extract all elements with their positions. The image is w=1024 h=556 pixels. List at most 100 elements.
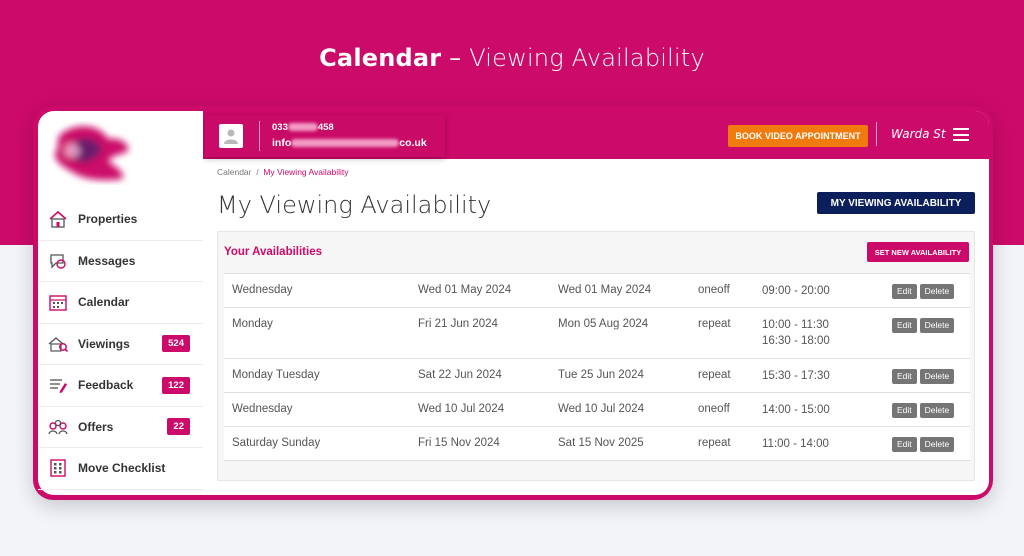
messages-icon (48, 251, 68, 271)
sidebar-item-label: Properties (78, 212, 138, 227)
sidebar-item-messages[interactable]: Messages (38, 241, 203, 282)
delete-button[interactable]: Delete (919, 318, 955, 333)
availability-times: 09:00 - 20:00 (762, 283, 830, 299)
availabilities-panel: Your Availabilities SET NEW AVAILABILITY… (217, 231, 975, 481)
sidebar-item-label: Viewings (78, 336, 130, 351)
availability-days: Monday Tuesday (232, 369, 320, 381)
availability-times: 10:00 - 11:30 16:30 - 18:00 (762, 317, 830, 349)
delete-button[interactable]: Delete (919, 403, 955, 418)
availability-table: Wednesday Wed 01 May 2024 Wed 01 May 2024 o… (224, 273, 970, 461)
time-range: 11:00 - 14:00 (762, 438, 829, 450)
delete-button[interactable]: Delete (919, 369, 955, 384)
sidebar-nav: Properties Messages Calendar Viewings 524 Fee… (38, 199, 203, 490)
sidebar-item-properties[interactable]: Properties (38, 199, 203, 241)
sidebar-item-viewings[interactable]: Viewings 524 (38, 324, 203, 365)
time-range: 10:00 - 11:30 (762, 319, 829, 331)
availability-start-date: Wed 01 May 2024 (418, 284, 512, 296)
breadcrumb-root[interactable]: Calendar (217, 167, 252, 177)
delete-button[interactable]: Delete (919, 284, 955, 299)
availability-days: Wednesday (232, 403, 293, 415)
availability-start-date: Fri 15 Nov 2024 (418, 437, 500, 449)
availability-end-date: Mon 05 Aug 2024 (558, 318, 649, 330)
table-row: Monday Tuesday Sat 22 Jun 2024 Tue 25 Jun … (224, 359, 970, 393)
table-row: Monday Fri 21 Jun 2024 Mon 05 Aug 2024 repe… (224, 308, 970, 359)
availability-type: repeat (698, 318, 731, 330)
main-content: 033 458 info co.uk BOOK VIDEO APPOINTMENT … (203, 111, 989, 495)
sidebar-item-calendar[interactable]: Calendar (38, 282, 203, 324)
availability-type: repeat (698, 437, 731, 449)
hero-title: Calendar – Viewing Availability (319, 44, 705, 72)
panel-title: Your Availabilities (224, 246, 322, 258)
delete-button[interactable]: Delete (919, 437, 955, 452)
count-badge: 524 (162, 335, 190, 353)
properties-icon (48, 209, 68, 229)
sidebar-item-label: Offers (78, 419, 114, 434)
availability-days: Wednesday (232, 284, 293, 296)
contact-box: 033 458 info co.uk (205, 115, 445, 157)
divider (259, 121, 260, 151)
row-actions: Edit Delete (892, 437, 955, 452)
availability-start-date: Sat 22 Jun 2024 (418, 369, 502, 381)
count-badge: 122 (162, 376, 190, 394)
availability-type: repeat (698, 369, 731, 381)
table-row: Wednesday Wed 10 Jul 2024 Wed 10 Jul 2024 o… (224, 393, 970, 427)
row-actions: Edit Delete (892, 369, 955, 384)
availability-times: 15:30 - 17:30 (762, 368, 830, 384)
book-video-appointment-button[interactable]: BOOK VIDEO APPOINTMENT (728, 125, 868, 147)
offers-icon (48, 417, 68, 437)
menu-icon[interactable] (953, 128, 969, 141)
sidebar: Properties Messages Calendar Viewings 524 Fee… (38, 111, 203, 495)
availability-start-date: Fri 21 Jun 2024 (418, 318, 498, 330)
my-viewing-availability-button[interactable]: MY VIEWING AVAILABILITY (817, 192, 975, 214)
top-bar: 033 458 info co.uk BOOK VIDEO APPOINTMENT … (203, 111, 989, 159)
company-logo[interactable] (46, 121, 136, 185)
edit-button[interactable]: Edit (892, 403, 917, 418)
time-range: 16:30 - 18:00 (762, 335, 830, 347)
availability-start-date: Wed 10 Jul 2024 (418, 403, 505, 415)
avatar-icon[interactable] (219, 124, 243, 148)
availability-type: oneoff (698, 284, 730, 296)
availability-end-date: Wed 01 May 2024 (558, 284, 652, 296)
sidebar-item-label: Messages (78, 253, 136, 268)
row-actions: Edit Delete (892, 403, 955, 418)
set-new-availability-button[interactable]: SET NEW AVAILABILITY (867, 242, 969, 262)
time-range: 09:00 - 20:00 (762, 285, 830, 297)
availability-end-date: Sat 15 Nov 2025 (558, 437, 644, 449)
checklist-icon (48, 458, 68, 478)
breadcrumb-separator: / (256, 167, 259, 177)
edit-button[interactable]: Edit (892, 284, 917, 299)
count-badge: 22 (167, 418, 190, 436)
calendar-icon (48, 292, 68, 312)
time-range: 15:30 - 17:30 (762, 370, 830, 382)
sidebar-item-label: Feedback (78, 378, 134, 393)
edit-button[interactable]: Edit (892, 318, 917, 333)
sidebar-item-offers[interactable]: Offers 22 (38, 407, 203, 448)
breadcrumb-current: My Viewing Availability (263, 167, 349, 177)
contact-phone: 033 458 (272, 122, 334, 133)
sidebar-item-move-checklist[interactable]: Move Checklist (38, 448, 203, 490)
feedback-icon (48, 375, 68, 395)
table-row: Wednesday Wed 01 May 2024 Wed 01 May 2024 o… (224, 274, 970, 308)
sidebar-item-feedback[interactable]: Feedback 122 (38, 365, 203, 407)
row-actions: Edit Delete (892, 318, 955, 333)
edit-button[interactable]: Edit (892, 437, 917, 452)
viewings-icon (48, 334, 68, 354)
availability-times: 14:00 - 15:00 (762, 402, 830, 418)
availability-days: Saturday Sunday (232, 437, 321, 449)
contact-email: info co.uk (272, 137, 427, 149)
row-actions: Edit Delete (892, 284, 955, 299)
availability-end-date: Tue 25 Jun 2024 (558, 369, 644, 381)
page-title: My Viewing Availability (217, 191, 492, 219)
availability-days: Monday (232, 318, 273, 330)
user-name[interactable]: Warda St (891, 127, 946, 141)
sidebar-item-label: Calendar (78, 295, 130, 310)
edit-button[interactable]: Edit (892, 369, 917, 384)
breadcrumb: Calendar / My Viewing Availability (217, 167, 349, 177)
availability-times: 11:00 - 14:00 (762, 436, 829, 452)
availability-end-date: Wed 10 Jul 2024 (558, 403, 645, 415)
divider (876, 122, 877, 146)
time-range: 14:00 - 15:00 (762, 404, 830, 416)
sidebar-item-label: Move Checklist (78, 461, 166, 476)
availability-type: oneoff (698, 403, 730, 415)
table-row: Saturday Sunday Fri 15 Nov 2024 Sat 15 Nov… (224, 427, 970, 461)
